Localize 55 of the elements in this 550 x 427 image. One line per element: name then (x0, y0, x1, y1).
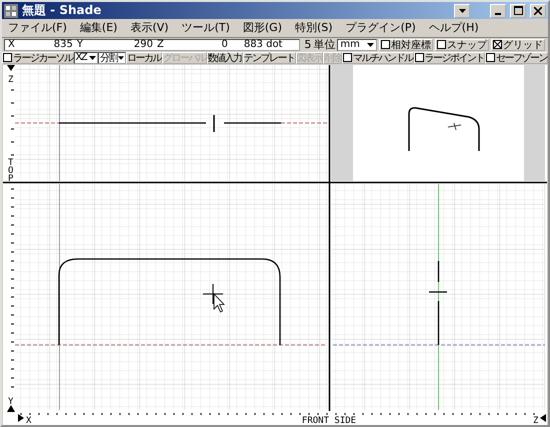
close-button[interactable] (530, 4, 546, 18)
minimize-icon (495, 12, 501, 15)
axis-label: Y (8, 397, 14, 407)
axis-label: X (26, 416, 32, 425)
unit-dropdown[interactable]: mm (337, 38, 377, 51)
menu-item[interactable]: 特別(S) (295, 20, 333, 36)
coordinate-label: Y (76, 39, 83, 50)
toolbar-button[interactable]: テンプレート (242, 52, 296, 64)
coordinate-value: 0 (220, 39, 228, 50)
perspective-cursor-icon (448, 122, 462, 130)
close-icon (534, 6, 542, 15)
maximize-icon (514, 6, 522, 16)
caret-icon (118, 56, 124, 60)
window-menu-button[interactable] (454, 4, 470, 18)
checkbox[interactable]: マルチハンドル (342, 52, 414, 64)
coordinate-label: Z (156, 39, 164, 50)
caret-icon (89, 56, 96, 60)
caret-icon (458, 8, 466, 13)
menu-item[interactable]: 表示(V) (130, 20, 169, 36)
unit-label: 単位 (313, 37, 336, 52)
checkbox[interactable]: ラージカーソル (2, 52, 74, 64)
perspective-shape (408, 107, 480, 151)
maximize-button[interactable] (510, 4, 526, 18)
checkbox[interactable]: ラージポイント (414, 52, 485, 64)
size-value: 883 dot (244, 39, 282, 50)
menu-item[interactable]: 編集(E) (80, 20, 118, 36)
menu-item[interactable]: 図形(G) (242, 20, 282, 36)
axis-label: Z (8, 75, 14, 85)
toolbar-button[interactable]: ローカル (126, 52, 162, 64)
dropdown[interactable]: XZ (74, 52, 98, 64)
caret-icon (367, 42, 374, 47)
checkbox[interactable]: 相対座標 (379, 38, 433, 51)
window-title: 無題 - Shade (22, 2, 102, 20)
dropdown[interactable]: 分割 (98, 52, 126, 64)
toolbar-button[interactable]: 数値入力 (206, 52, 242, 64)
mouse-pointer-icon (214, 293, 225, 313)
checkbox[interactable]: セーフゾーン (485, 52, 548, 64)
menu-item[interactable]: プラグイン(P) (346, 20, 416, 36)
view-name: TOP (8, 158, 14, 184)
coordinate-value: 290 (132, 39, 153, 50)
view-name: FRONT SIDE (302, 416, 356, 425)
crosshair-cursor-icon (202, 284, 224, 304)
checkbox[interactable]: グリッド (491, 38, 545, 51)
axis-label: Z (533, 416, 538, 425)
grid-step-value: 5 (304, 38, 312, 52)
coordinate-label: X (8, 39, 15, 50)
axis-arrow-icon (540, 414, 546, 422)
app-icon (4, 4, 18, 18)
menu-item[interactable]: ヘルプ(H) (428, 20, 479, 36)
checkbox[interactable]: スナップ (435, 38, 489, 51)
menu-item[interactable]: ツール(T) (182, 20, 230, 36)
minimize-button[interactable] (490, 4, 506, 18)
menu-item[interactable]: ファイル(F) (8, 20, 67, 36)
coordinate-value: 835 (52, 39, 73, 50)
cross-mark-icon (494, 41, 501, 48)
